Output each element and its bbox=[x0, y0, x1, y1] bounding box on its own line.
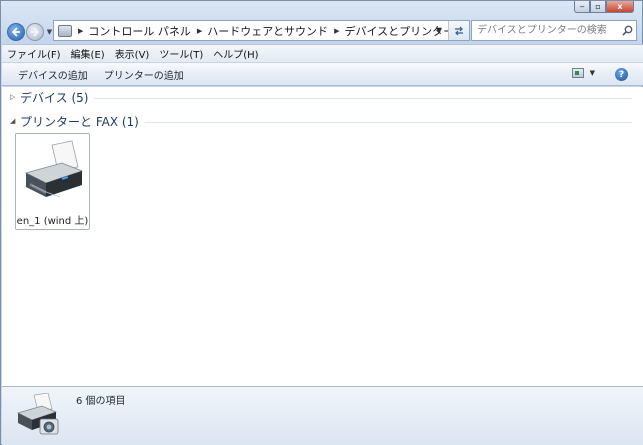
address-bar[interactable]: ▶ コントロール パネル ▶ ハードウェアとサウンド ▶ デバイスとプリンター … bbox=[53, 20, 470, 41]
command-bar: デバイスの追加 プリンターの追加 ▼ ? bbox=[2, 62, 643, 86]
group-header-printers-fax[interactable]: ◢ プリンターと FAX (1) bbox=[10, 112, 632, 130]
refresh-button[interactable] bbox=[448, 21, 469, 40]
menu-edit[interactable]: 編集(E) bbox=[66, 46, 110, 61]
expand-arrow-icon[interactable]: ▷ bbox=[10, 93, 20, 101]
menu-bar: ファイル(F) 編集(E) 表示(V) ツール(T) ヘルプ(H) bbox=[2, 44, 643, 62]
search-icon[interactable] bbox=[618, 25, 636, 36]
navigation-row: ▼ ▶ コントロール パネル ▶ ハードウェアとサウンド ▶ デバイスとプリンタ… bbox=[7, 20, 638, 44]
forward-arrow-icon bbox=[31, 27, 40, 37]
device-list-pane: ▷ デバイス (5) ◢ プリンターと FAX (1) en_1 (wind 上… bbox=[2, 87, 643, 386]
control-panel-icon bbox=[58, 24, 72, 37]
printer-icon bbox=[24, 140, 84, 198]
explorer-window: ‒ ▫ x ▼ ▶ コントロール パネル ▶ ハードウェアとサウンド ▶ デバイ… bbox=[0, 0, 643, 445]
group-divider bbox=[144, 121, 632, 123]
search-input[interactable] bbox=[472, 22, 618, 39]
item-count: 6 個の項目 bbox=[76, 396, 126, 407]
menu-file[interactable]: ファイル(F) bbox=[2, 46, 66, 61]
breadcrumb-control-panel[interactable]: コントロール パネル bbox=[88, 23, 191, 39]
maximize-button[interactable]: ▫ bbox=[590, 1, 606, 13]
view-icon bbox=[571, 68, 584, 78]
add-printer-button[interactable]: プリンターの追加 bbox=[96, 67, 192, 82]
breadcrumb-hardware-sound[interactable]: ハードウェアとサウンド bbox=[207, 23, 328, 39]
menu-view[interactable]: 表示(V) bbox=[110, 46, 155, 61]
device-label: en_1 (wind 上) bbox=[16, 216, 89, 227]
collapse-arrow-icon[interactable]: ◢ bbox=[10, 117, 20, 125]
back-button[interactable] bbox=[7, 23, 25, 41]
chevron-right-icon[interactable]: ▶ bbox=[334, 27, 339, 35]
minimize-button[interactable]: ‒ bbox=[574, 1, 590, 13]
group-title: プリンターと FAX (1) bbox=[20, 114, 139, 129]
back-arrow-icon bbox=[11, 27, 20, 37]
menu-tools[interactable]: ツール(T) bbox=[154, 46, 208, 61]
details-pane: 6 個の項目 bbox=[2, 386, 643, 445]
menu-help[interactable]: ヘルプ(H) bbox=[208, 46, 263, 61]
forward-button[interactable] bbox=[26, 23, 44, 41]
chevron-down-icon[interactable]: ▼ bbox=[590, 69, 595, 77]
printer-camera-icon bbox=[17, 393, 59, 435]
close-button[interactable]: x bbox=[606, 1, 634, 13]
search-box[interactable] bbox=[471, 20, 637, 41]
chevron-right-icon[interactable]: ▶ bbox=[197, 27, 202, 35]
caption-buttons: ‒ ▫ x bbox=[574, 1, 634, 13]
change-view-button[interactable]: ▼ bbox=[571, 68, 595, 78]
printer-device-tile[interactable]: en_1 (wind 上) bbox=[15, 133, 90, 230]
group-divider bbox=[94, 97, 632, 99]
add-device-button[interactable]: デバイスの追加 bbox=[10, 67, 96, 82]
group-header-devices[interactable]: ▷ デバイス (5) bbox=[10, 88, 632, 106]
address-dropdown-icon[interactable]: ▼ bbox=[433, 21, 445, 40]
chevron-right-icon[interactable]: ▶ bbox=[78, 27, 83, 35]
refresh-icon bbox=[455, 26, 463, 35]
group-title: デバイス (5) bbox=[20, 90, 89, 105]
help-icon[interactable]: ? bbox=[615, 68, 628, 81]
